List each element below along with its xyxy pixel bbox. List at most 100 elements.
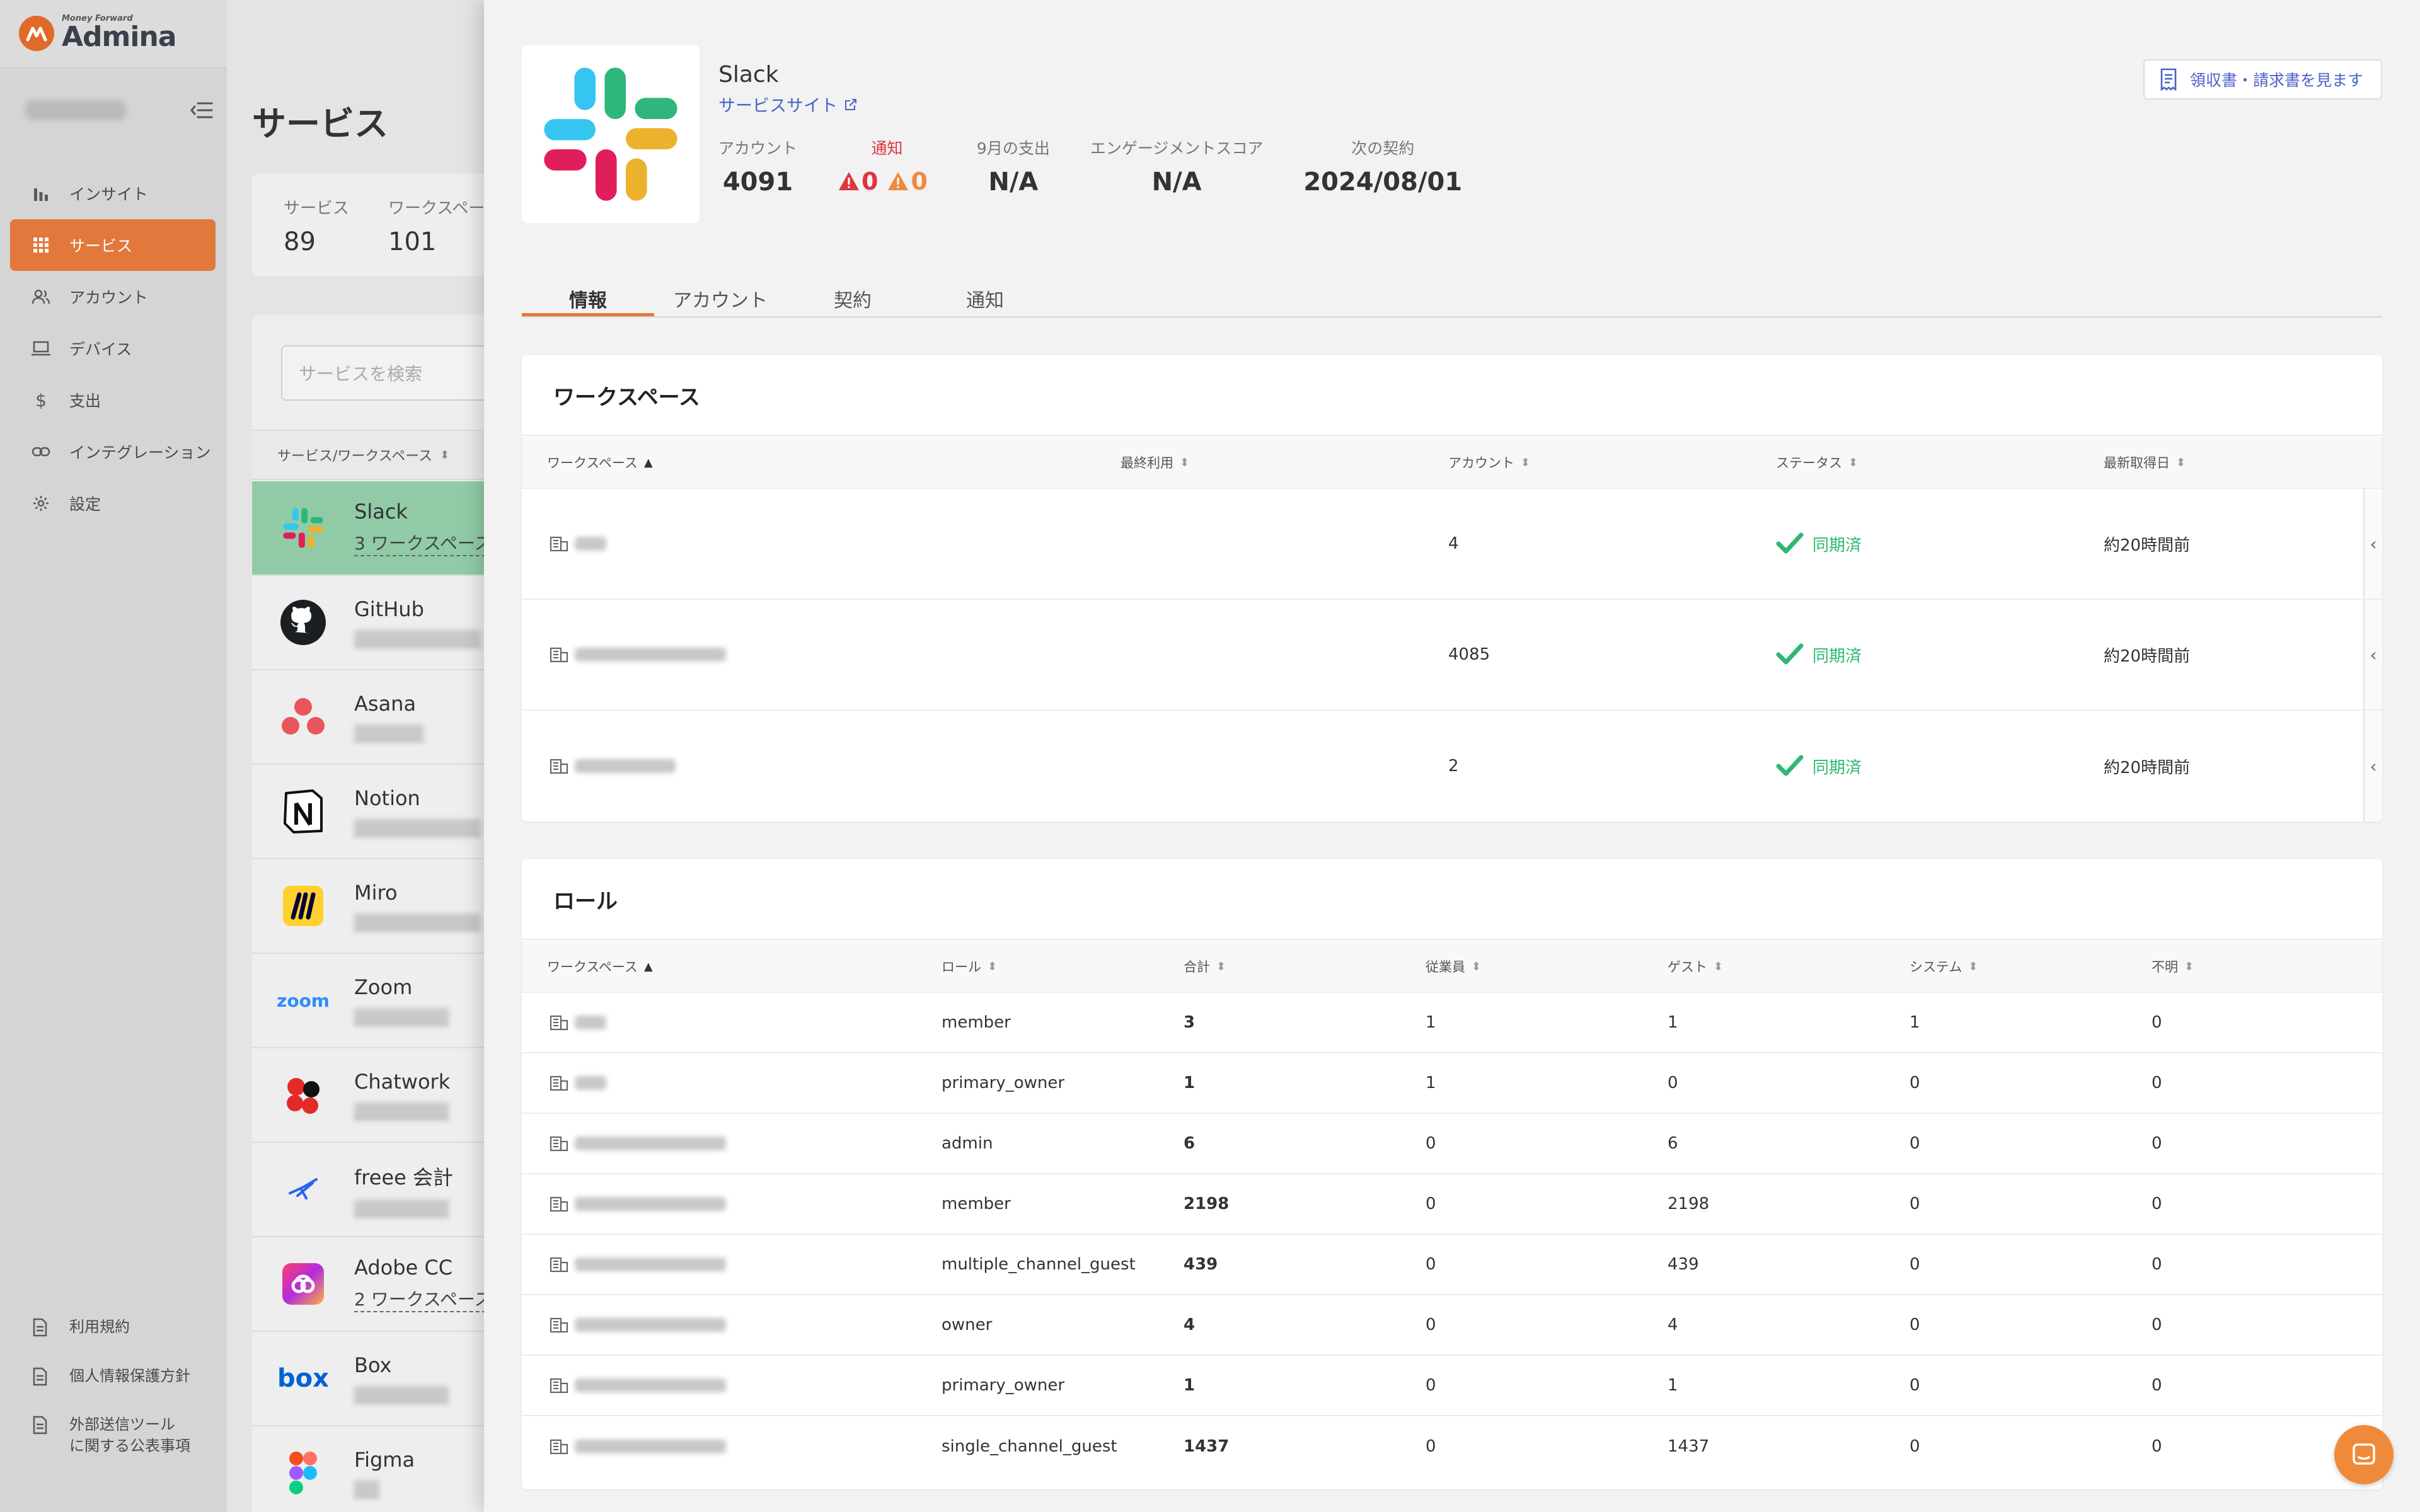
sort-icon: ⬍ <box>2176 455 2186 469</box>
building-icon <box>550 1439 568 1455</box>
metric-label: 通知 <box>871 139 903 158</box>
tab-accounts[interactable]: アカウント <box>654 271 786 316</box>
service-detail-redacted <box>354 724 424 742</box>
column-header-total[interactable]: 合計 ⬍ <box>1184 940 1226 993</box>
column-header-workspace[interactable]: ワークスペース ▲ <box>547 436 653 489</box>
table-row[interactable]: member 2198 0 2198 0 0 <box>522 1174 2382 1235</box>
nav-item-devices[interactable]: デバイス <box>10 323 216 374</box>
column-header-last-used[interactable]: 最終利用 ⬍ <box>1121 436 1189 489</box>
workspace-name-redacted <box>575 648 726 662</box>
services-list-header[interactable]: サービス/ワークスペース ⬍ <box>252 430 517 480</box>
sort-icon: ⬍ <box>1216 959 1226 973</box>
table-row[interactable]: primary_owner 1 1 0 0 0 <box>522 1053 2382 1114</box>
service-row-zoom[interactable]: zoom Zoom <box>252 954 517 1048</box>
metric-monthly-spend: 9月の支出 N/A <box>977 136 1050 197</box>
table-row[interactable]: 2 同期済 約20時間前 ‹ <box>522 711 2382 822</box>
unknown-cell: 0 <box>2152 1134 2162 1153</box>
notion-logo-icon <box>277 786 329 837</box>
metric-value: N/A <box>1151 168 1202 197</box>
metric-next-contract: 次の契約 2024/08/01 <box>1303 136 1462 197</box>
tab-notifications[interactable]: 通知 <box>919 271 1051 316</box>
freee-logo-icon <box>277 1164 329 1215</box>
column-header-employee[interactable]: 従業員 ⬍ <box>1426 940 1481 993</box>
collapse-sidebar-icon[interactable] <box>189 100 214 121</box>
expand-row-button[interactable]: ‹ <box>2363 600 2382 709</box>
role-panel: ロール ワークスペース ▲ ロール ⬍ 合計 ⬍ 従業員 ⬍ ゲスト ⬍ システム ⬍ 不明… <box>522 859 2382 1489</box>
unknown-cell: 0 <box>2152 1074 2162 1092</box>
workspace-cell <box>550 1356 726 1415</box>
column-header-guest[interactable]: ゲスト ⬍ <box>1668 940 1723 993</box>
metric-label: 9月の支出 <box>976 139 1050 158</box>
view-receipts-button[interactable]: 領収書・請求書を見ます <box>2143 59 2382 100</box>
nav-item-settings[interactable]: 設定 <box>10 478 216 529</box>
brand-logo[interactable]: Money Forward Admina <box>0 0 227 68</box>
table-row[interactable]: member 3 1 1 1 0 <box>522 993 2382 1053</box>
status-cell: 同期済 <box>1776 711 1862 822</box>
table-row[interactable]: primary_owner 1 0 1 0 0 <box>522 1356 2382 1416</box>
service-row-slack[interactable]: Slack 3 ワークスペース <box>252 481 517 576</box>
service-row-adobe-cc[interactable]: Adobe CC 2 ワークスペース <box>252 1237 517 1332</box>
expand-row-button[interactable]: ‹ <box>2363 489 2382 598</box>
chat-support-button[interactable] <box>2334 1425 2394 1484</box>
expand-row-button[interactable]: ‹ <box>2363 711 2382 822</box>
tab-contracts[interactable]: 契約 <box>786 271 919 316</box>
service-row-freee[interactable]: freee 会計 <box>252 1143 517 1237</box>
stat-services: サービス 89 <box>284 195 349 256</box>
unknown-cell: 0 <box>2152 1255 2162 1274</box>
table-row[interactable]: owner 4 0 4 0 0 <box>522 1295 2382 1356</box>
stat-workspaces: ワークスペー 101 <box>388 195 485 256</box>
nav-item-integrations[interactable]: インテグレーション <box>10 426 216 478</box>
role-cell: member <box>942 1013 1011 1032</box>
stat-value: 89 <box>284 227 316 256</box>
service-row-chatwork[interactable]: Chatwork <box>252 1048 517 1143</box>
metric-alerts[interactable]: 通知 0 0 <box>838 136 936 197</box>
system-cell: 0 <box>1910 1437 1920 1456</box>
column-header-status[interactable]: ステータス ⬍ <box>1776 436 1858 489</box>
nav-item-spend[interactable]: $ 支出 <box>10 374 216 426</box>
table-row[interactable]: 4085 同期済 約20時間前 ‹ <box>522 600 2382 711</box>
column-header-system[interactable]: システム ⬍ <box>1910 940 1978 993</box>
table-row[interactable]: single_channel_guest 1437 0 1437 0 0 <box>522 1416 2382 1477</box>
service-row-figma[interactable]: Figma <box>252 1426 517 1512</box>
service-site-link[interactable]: サービスサイト <box>718 92 858 117</box>
service-row-asana[interactable]: Asana <box>252 670 517 765</box>
building-icon <box>550 1378 568 1394</box>
service-row-box[interactable]: box Box <box>252 1332 517 1426</box>
warning-red-icon <box>839 172 860 190</box>
service-detail-redacted <box>354 1102 449 1120</box>
table-row[interactable]: multiple_channel_guest 439 0 439 0 0 <box>522 1235 2382 1295</box>
table-row[interactable]: 4 同期済 約20時間前 ‹ <box>522 489 2382 600</box>
link-icon <box>30 441 52 462</box>
service-row-notion[interactable]: Notion <box>252 765 517 859</box>
column-header-unknown[interactable]: 不明 ⬍ <box>2152 940 2194 993</box>
nav-item-insight[interactable]: インサイト <box>10 168 216 219</box>
table-row[interactable]: admin 6 0 6 0 0 <box>522 1114 2382 1174</box>
nav-item-services[interactable]: サービス <box>10 219 216 271</box>
service-row-github[interactable]: GitHub <box>252 576 517 670</box>
service-name: Adobe CC <box>354 1256 453 1280</box>
footer-link-terms[interactable]: 利用規約 <box>10 1317 216 1338</box>
column-header-accounts[interactable]: アカウント ⬍ <box>1448 436 1530 489</box>
column-header-fetched[interactable]: 最新取得日 ⬍ <box>2104 436 2186 489</box>
column-header-workspace[interactable]: ワークスペース ▲ <box>547 940 653 993</box>
column-header-label: サービス/ワークスペース <box>277 449 433 464</box>
total-cell: 2198 <box>1184 1194 1230 1213</box>
footer-link-privacy[interactable]: 個人情報保護方針 <box>10 1366 216 1387</box>
metric-label: 次の契約 <box>1351 139 1415 158</box>
employee-cell: 0 <box>1426 1376 1436 1395</box>
nav-item-accounts[interactable]: アカウント <box>10 271 216 323</box>
footer-link-external-tools[interactable]: 外部送信ツール に関する公表事項 <box>10 1414 216 1457</box>
column-header-role[interactable]: ロール ⬍ <box>942 940 997 993</box>
building-icon <box>550 759 568 774</box>
service-name: Notion <box>354 786 420 810</box>
accounts-cell: 4085 <box>1448 645 1490 664</box>
stat-label: サービス <box>284 199 350 218</box>
tab-info[interactable]: 情報 <box>522 271 654 316</box>
service-detail-redacted <box>354 1480 379 1498</box>
workspace-name-redacted <box>575 1257 726 1271</box>
service-row-miro[interactable]: Miro <box>252 859 517 954</box>
employee-cell: 0 <box>1426 1194 1436 1213</box>
sort-icon: ⬍ <box>1848 455 1858 469</box>
workspace-name-redacted <box>575 1137 726 1150</box>
employee-cell: 1 <box>1426 1074 1436 1092</box>
